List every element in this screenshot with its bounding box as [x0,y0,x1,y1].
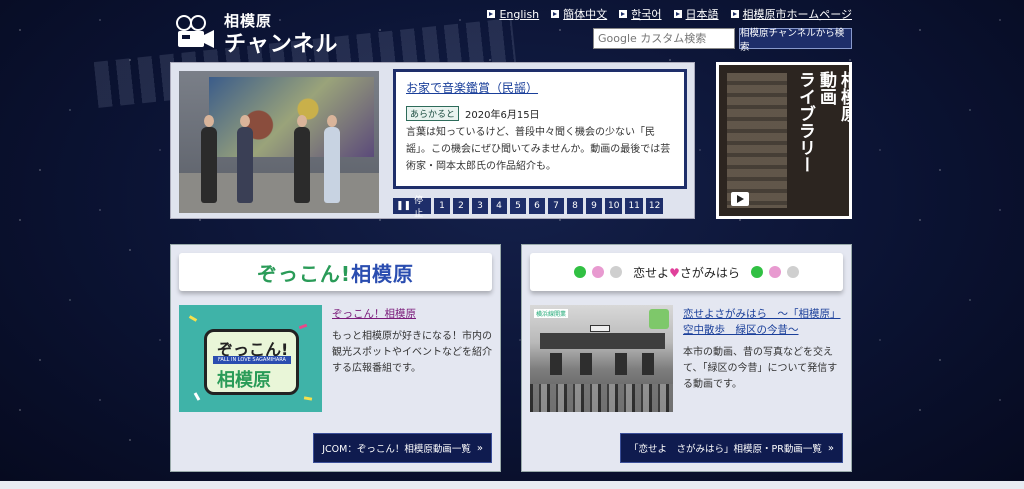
dot-icon [768,266,781,278]
slide-page-button[interactable]: 1 [434,198,450,214]
slide-page-button[interactable]: 11 [625,198,643,214]
library-title-line: ライブラリー [795,71,815,173]
banner-text: 恋せよ [633,265,670,280]
lang-link-english[interactable]: English [487,6,539,22]
lang-label: 한국어 [631,8,662,21]
stop-label: 停止 [414,196,424,219]
koiseyo-description: 本市の動画、昔の写真などを交えて、「緑区の今昔」について発信する動画です。 [683,347,838,390]
station-roof [540,333,665,349]
thumb-band: FALL IN LOVE SAGAMIHARA [213,356,291,364]
performer [201,115,217,203]
lang-label: English [499,7,540,21]
crowd [530,384,673,412]
zokkon-thumbnail[interactable]: ぞっこん! FALL IN LOVE SAGAMIHARA 相模原 [179,305,322,412]
button-label: JCOM：ぞっこん！相模原動画一覧 [322,444,471,455]
map-badge-icon [649,309,669,329]
dot-icon [750,266,763,278]
arrow-bullet-icon [487,10,496,18]
stop-button[interactable]: ❚❚ 停止 [393,196,431,219]
city-homepage-link[interactable]: 相模原市ホームページ [730,6,852,22]
banner-text: さがみはら [679,265,740,280]
lang-label: 相模原市ホームページ [742,8,852,21]
slideshow-controls: ❚❚ 停止 1 2 3 4 5 6 7 8 9 10 11 12 [393,196,664,219]
arrow-bullet-icon [730,10,739,18]
slide-page-button[interactable]: 8 [567,198,583,214]
slide-page-button[interactable]: 4 [491,198,507,214]
footer-edge [0,481,1024,489]
chevron-right-icon: » [476,442,483,454]
koiseyo-banner[interactable]: 恋せよ♥さがみはら [530,253,843,291]
zokkon-title-link[interactable]: ぞっこん！相模原 [332,306,492,322]
arrow-bullet-icon [673,10,682,18]
chevron-right-icon: » [827,442,834,454]
performer [237,115,253,203]
lang-label: 簡体中文 [563,8,608,21]
featured-video-thumbnail[interactable] [179,71,379,213]
lang-link-chinese[interactable]: 簡体中文 [551,6,607,22]
movie-camera-icon [176,15,214,48]
thumb-label: 横浜線開業 [534,309,569,318]
slide-page-button[interactable]: 2 [453,198,469,214]
dot-icon [592,266,605,278]
button-label: 「恋せよ さがみはら」相模原・PR動画一覧 [629,444,822,455]
featured-video-meta: あらかると 2020年6月15日 [406,106,674,121]
zokkon-logo-card: ぞっこん! FALL IN LOVE SAGAMIHARA 相模原 [204,329,299,395]
library-title: ライブラリー 動画 相模原 [795,71,849,173]
library-title-line: 動画 [816,71,836,105]
thumb-text: 相模原 [217,370,271,391]
category-tag: あらかると [406,106,460,121]
zokkon-panel: ぞっこん!相模原 ぞっこん! FALL IN LOVE SAGAMIHARA 相… [170,244,501,472]
logo-channel-name: チャンネル [224,32,339,57]
lang-link-korean[interactable]: 한국어 [619,6,662,22]
slide-page-button[interactable]: 7 [548,198,564,214]
search-input[interactable] [593,28,735,49]
dot-icon [786,266,799,278]
banner-text: ぞっこん! [256,261,352,286]
search-button[interactable]: 相模原チャンネルから検索 [739,28,852,53]
dot-icon [610,266,623,278]
zokkon-list-button[interactable]: JCOM：ぞっこん！相模原動画一覧 » [313,433,492,463]
language-nav: English 簡体中文 한국어 日本語 相模原市ホームページ [487,6,852,22]
featured-video-description: 言葉は知っているけど、普段中々聞く機会の少ない「民謡」。この機会にぜひ聞いてみま… [406,127,671,172]
dot-icon [574,266,587,278]
site-logo[interactable]: 相模原 チャンネル [172,8,352,57]
station-sign [590,325,610,332]
play-icon [731,192,749,206]
zokkon-banner[interactable]: ぞっこん!相模原 [179,253,492,291]
arrow-bullet-icon [619,10,628,18]
slide-page-button[interactable]: 3 [472,198,488,214]
slide-page-button[interactable]: 5 [510,198,526,214]
banner-text: 相模原 [351,261,415,286]
arrow-bullet-icon [551,10,560,18]
featured-video-title[interactable]: お家で音楽鑑賞（民謡） [406,79,674,96]
koiseyo-list-button[interactable]: 「恋せよ さがみはら」相模原・PR動画一覧 » [620,433,843,463]
library-title-line: 相模原 [837,71,849,122]
heart-icon: ♥ [669,265,680,280]
featured-video-panel: お家で音楽鑑賞（民謡） あらかると 2020年6月15日 言葉は知っているけど、… [170,62,695,219]
featured-video-info: お家で音楽鑑賞（民謡） あらかると 2020年6月15日 言葉は知っているけど、… [393,69,687,189]
lang-link-japanese[interactable]: 日本語 [673,6,719,22]
zokkon-description: もっと相模原が好きになる！市内の観光スポットやイベントなどを紹介する広報番組です… [332,331,492,374]
slide-page-button[interactable]: 12 [645,198,664,214]
video-library-banner[interactable]: ライブラリー 動画 相模原 [716,62,852,219]
mural-background [209,77,374,157]
lang-label: 日本語 [685,8,719,21]
featured-video-date: 2020年6月15日 [465,110,540,121]
performer [324,115,340,203]
pause-icon: ❚❚ [396,201,412,211]
koiseyo-title-link[interactable]: 恋せよさがみはら ～「相模原」空中散歩 緑区の今昔～ [683,306,843,338]
old-photo-strip [727,73,787,208]
slide-page-button[interactable]: 9 [586,198,602,214]
slide-page-button[interactable]: 6 [529,198,545,214]
station-thumbnail[interactable]: 横浜線開業 [530,305,673,412]
performer [294,115,310,203]
slide-page-button[interactable]: 10 [605,198,623,214]
koiseyo-panel: 恋せよ♥さがみはら 横浜線開業 恋せよさがみはら ～「相模原」空中散歩 緑区の今… [521,244,852,472]
